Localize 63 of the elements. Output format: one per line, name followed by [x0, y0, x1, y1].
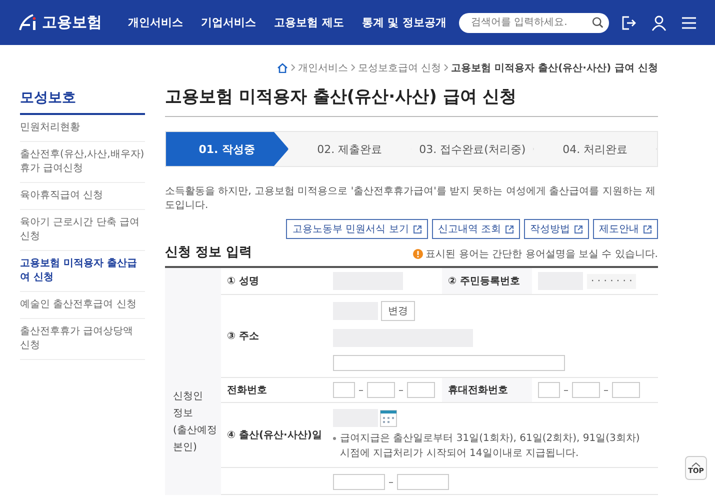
chevron-icon [444, 62, 448, 74]
input-field[interactable] [367, 382, 395, 398]
sidebar-item[interactable]: 육아기 근로시간 단축 급여신청 [20, 210, 145, 251]
field-label: 휴대전화번호 [442, 378, 532, 402]
link-button[interactable]: 제도안내 [593, 219, 658, 239]
input-field[interactable] [333, 474, 385, 490]
field-label: 전화번호 [226, 384, 268, 398]
nav-item[interactable]: 개인서비스 [128, 15, 183, 30]
menu-icon[interactable] [681, 16, 697, 30]
input-field[interactable] [333, 355, 565, 371]
link-button[interactable]: 고용노동부 민원서식 보기 [286, 219, 428, 239]
link-button[interactable]: 작성방법 [524, 219, 589, 239]
external-link-icon [643, 224, 652, 234]
section-title: 신청 정보 입력 [165, 244, 252, 261]
input-field[interactable] [407, 382, 435, 398]
nav-item[interactable]: 고용보험 제도 [274, 15, 344, 30]
search-bar[interactable]: 검색어를 입력하세요. [459, 12, 609, 32]
input-field[interactable] [333, 382, 355, 398]
input-field[interactable] [572, 382, 600, 398]
breadcrumb-item[interactable]: 모성보호급여 신청 [358, 61, 442, 75]
logout-icon[interactable] [621, 14, 637, 30]
note-text: 급여지급은 출산일로부터 31일(1회차), 61일(2회차), 91일(3회차) 시점에 지급처리가 시작되어 14일이내로 지급됩니다. [340, 432, 641, 461]
search-field[interactable]: 검색어를 입력하세요. [469, 16, 592, 29]
description-text: 소득활동을 하지만, 고용보험 미적용으로 '출산전후휴가급여'를 받지 못하는 여성에게 출산급여를 지원하는 제도입니다. [165, 185, 656, 213]
user-icon[interactable] [651, 14, 667, 30]
page-title: 고용보험 미적용자 출산(유산·사산) 급여 신청 [165, 81, 658, 117]
chevron-icon [350, 62, 355, 74]
home-icon[interactable] [276, 63, 288, 73]
logo-text[interactable]: 고용보험 [42, 13, 102, 32]
chevron-up-icon [691, 462, 701, 466]
field-label: ② 주민등록번호 [442, 268, 532, 294]
breadcrumb-item[interactable]: 개인서비스 [298, 61, 348, 75]
input-field[interactable] [612, 382, 640, 398]
change-button[interactable]: 변경 [381, 301, 415, 321]
progress-step: 01. 작성중 [166, 132, 289, 166]
sidebar-item[interactable]: 출산전후휴가 급여상당액 신청 [20, 319, 145, 360]
sidebar-item[interactable]: 예술인 출산전후급여 신청 [20, 292, 145, 319]
sidebar-item[interactable]: 육아휴직급여 신청 [20, 183, 145, 210]
nav-item[interactable]: 통계 및 정보공개 [362, 15, 447, 30]
nav-item[interactable]: 기업서비스 [201, 15, 256, 30]
sidebar-item[interactable]: 고용보험 미적용자 출산급여 신청 [20, 251, 145, 292]
notice-text: 표시된 용어는 간단한 용어설명을 보실 수 있습니다. [426, 248, 658, 261]
search-icon[interactable] [592, 16, 603, 29]
link-button[interactable]: 신고내역 조회 [432, 219, 520, 239]
field-label: ① 성명 [226, 275, 260, 289]
external-link-icon [505, 224, 514, 234]
input-field[interactable] [538, 382, 560, 398]
input-field[interactable] [397, 474, 449, 490]
bullet-icon [333, 437, 336, 440]
sidebar-item[interactable]: 출산전후(유산,사산,배우자)휴가 급여신청 [20, 142, 145, 183]
field-label: ④ 출산(유산·사산)일 [226, 429, 323, 443]
external-link-icon [574, 224, 583, 234]
info-icon [412, 249, 423, 259]
chevron-icon [290, 62, 295, 74]
calendar-icon[interactable] [380, 410, 397, 427]
external-link-icon [412, 224, 422, 234]
sidebar-title: 모성보호 [20, 81, 145, 115]
group-label: 신청인 정보 (출산예정 본인) [165, 268, 221, 495]
breadcrumb-item[interactable]: 고용보험 미적용자 출산(유산·사산) 급여 신청 [451, 61, 658, 75]
logo-icon [18, 12, 38, 32]
sidebar-item[interactable]: 민원처리현황 [20, 115, 145, 142]
masked-value: · · · · · · · [587, 274, 636, 288]
field-label: ③ 주소 [226, 330, 260, 344]
